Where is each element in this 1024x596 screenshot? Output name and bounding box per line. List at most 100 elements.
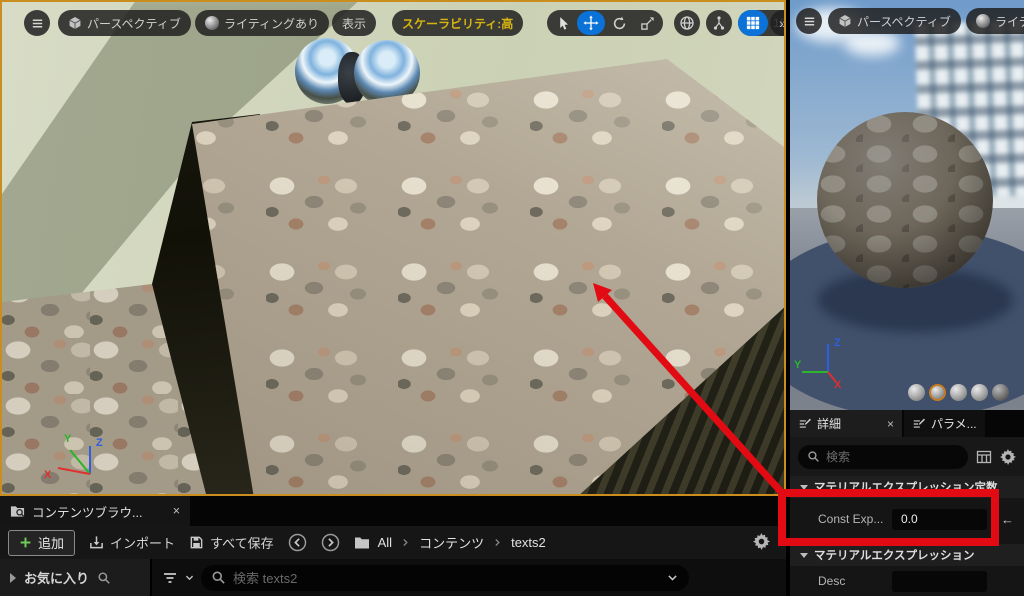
perspective-button[interactable]: パースペクティブ (58, 10, 191, 36)
add-button[interactable]: 追加 (8, 530, 75, 556)
lit-mode-button[interactable]: ライティングあり (195, 10, 329, 36)
lit-label: ライティングあり (224, 15, 319, 32)
close-icon[interactable]: × (173, 504, 180, 518)
plus-icon (19, 536, 32, 549)
content-browser-tab-label: コンテンツブラウ... (32, 502, 142, 521)
expander-triangle-icon[interactable] (10, 573, 16, 583)
breadcrumb-folder[interactable]: コンテンツ (419, 533, 484, 552)
back-button[interactable] (288, 533, 307, 552)
grid-icon (746, 16, 760, 30)
preview-lit-label: ライティングあり (995, 13, 1024, 30)
scalability-button[interactable]: スケーラビリティ:高 (392, 10, 523, 36)
scalability-label: スケーラビリティ:高 (402, 15, 513, 32)
desc-value-input[interactable] (892, 571, 987, 592)
const-expression-value-input[interactable]: 0.0 (892, 509, 987, 530)
property-matrix-icon[interactable] (976, 449, 992, 465)
double-chevron-right-icon: » (779, 15, 786, 31)
close-icon[interactable]: × (887, 417, 894, 431)
lit-sphere-icon (205, 16, 219, 30)
axis-y-label: Y (64, 433, 72, 445)
scale-icon (640, 16, 655, 31)
main-3d-viewport[interactable]: Z Y X パースペクティブ ライティングあり 表示 スケーラビリティ:高 (0, 0, 786, 496)
preview-shape-plane-button[interactable] (950, 384, 967, 401)
breadcrumb: All コンテンツ texts2 (354, 533, 546, 552)
filter-icon[interactable] (162, 570, 178, 586)
chevron-down-icon[interactable] (184, 572, 195, 583)
rotate-tool-button[interactable] (605, 11, 633, 35)
breadcrumb-root[interactable]: All (378, 535, 392, 550)
details-search-input[interactable]: 検索 (798, 445, 968, 469)
preview-shape-mesh-button[interactable] (992, 384, 1009, 401)
reset-to-default-icon[interactable]: ← (1001, 512, 1014, 527)
axis-z-label: Z (96, 437, 103, 449)
scale-tool-button[interactable] (633, 11, 661, 35)
preview-shape-cylinder-button[interactable] (908, 384, 925, 401)
axis-z-label: Z (834, 337, 841, 349)
preview-shape-cube-button[interactable] (971, 384, 988, 401)
favorites-header[interactable]: お気に入り (0, 559, 152, 596)
search-icon[interactable] (97, 571, 111, 585)
preview-shape-buttons (908, 384, 1009, 401)
move-tool-button[interactable] (577, 11, 605, 35)
chevron-down-icon (800, 485, 808, 490)
folder-search-icon (10, 504, 25, 519)
forward-button[interactable] (321, 533, 340, 552)
details-icon (912, 417, 926, 431)
unreal-editor-window: Z Y X パースペクティブ ライティングあり 表示 スケーラビリティ:高 (0, 0, 1024, 596)
world-space-button[interactable] (674, 10, 700, 36)
breadcrumb-current[interactable]: texts2 (511, 535, 546, 550)
breadcrumb-separator-icon (400, 537, 411, 548)
content-browser-toolbar: 追加 インポート すべて保存 All コンテンツ texts2 (0, 526, 786, 559)
viewport-menu-button[interactable] (24, 10, 50, 36)
viewport-axis-gizmo: Z Y X (38, 430, 114, 492)
filter-zone: 検索 texts2 (152, 559, 786, 596)
surface-snap-button[interactable] (706, 10, 732, 36)
section-constant-label: マテリアルエクスプレッション定数 (814, 479, 998, 495)
grid-snap-toggle[interactable] (738, 10, 768, 36)
snap-icon (711, 15, 727, 31)
details-settings-gear-icon[interactable] (1000, 449, 1016, 465)
rotate-icon (612, 16, 627, 31)
tab-parameters[interactable]: パラメ... (904, 410, 985, 437)
axis-x-label: X (834, 379, 842, 390)
content-browser-filter-row: お気に入り 検索 texts2 (0, 559, 786, 596)
content-browser-panel: コンテンツブラウ... × 追加 インポート すべて保存 All (0, 496, 786, 596)
save-icon (189, 535, 204, 550)
axis-y-label: Y (794, 359, 802, 371)
move-icon (583, 15, 599, 31)
material-preview-sphere[interactable] (817, 112, 993, 288)
desc-row: Desc (790, 566, 1024, 596)
tab-content-browser[interactable]: コンテンツブラウ... × (0, 496, 190, 526)
save-all-button[interactable]: すべて保存 (189, 533, 274, 552)
preview-lit-button[interactable]: ライティングあり (966, 8, 1024, 34)
preview-perspective-button[interactable]: パースペクティブ (828, 8, 961, 34)
viewport-toolbar: パースペクティブ ライティングあり 表示 スケーラビリティ:高 (2, 2, 786, 46)
cube-icon (68, 16, 82, 30)
chevron-down-icon[interactable] (666, 571, 679, 584)
const-expression-label: Const Exp... (818, 512, 892, 526)
tab-details[interactable]: 詳細 × (790, 410, 902, 437)
save-all-label: すべて保存 (210, 533, 274, 552)
preview-axis-gizmo: Z Y X (792, 332, 862, 390)
section-material-expression-constant[interactable]: マテリアルエクスプレッション定数 (790, 476, 1024, 498)
preview-shape-sphere-button[interactable] (929, 384, 946, 401)
search-icon (807, 450, 820, 463)
folder-icon (354, 535, 370, 551)
details-search-placeholder: 検索 (826, 448, 850, 465)
transform-tool-group (547, 10, 663, 36)
asset-search-input[interactable]: 検索 texts2 (201, 565, 689, 591)
select-tool-button[interactable] (549, 11, 577, 35)
import-button[interactable]: インポート (89, 533, 175, 552)
preview-perspective-label: パースペクティブ (857, 13, 951, 30)
show-button[interactable]: 表示 (332, 10, 376, 36)
breadcrumb-separator-icon (492, 537, 503, 548)
import-icon (89, 535, 104, 550)
details-search-row: 検索 (790, 437, 1024, 476)
material-preview-viewport[interactable]: Z Y X パースペクティブ ライティングあり (790, 0, 1024, 410)
perspective-label: パースペクティブ (87, 15, 181, 32)
preview-menu-button[interactable] (796, 8, 822, 34)
section-material-expression[interactable]: マテリアルエクスプレッション (790, 544, 1024, 566)
content-browser-settings-gear-icon[interactable] (753, 533, 770, 550)
details-icon (798, 417, 812, 431)
material-editor-panel: Z Y X パースペクティブ ライティングあり (790, 0, 1024, 596)
